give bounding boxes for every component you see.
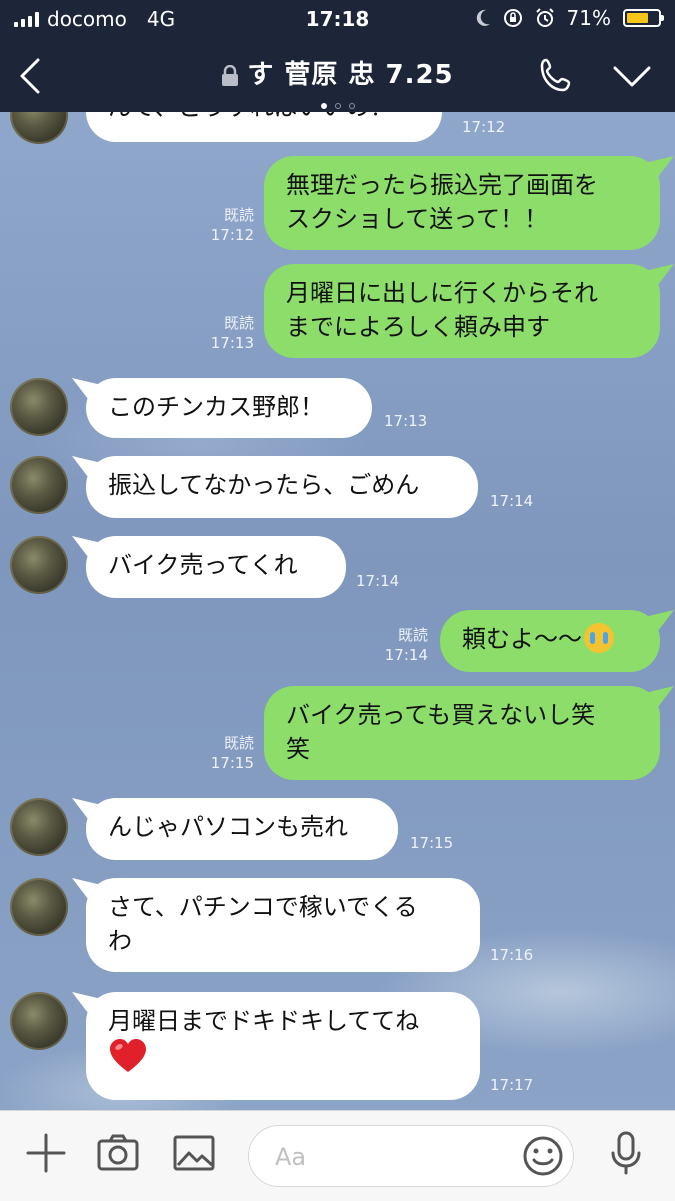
message-bubble-incoming[interactable]: このチンカス野郎！ xyxy=(86,378,372,438)
page-dot xyxy=(348,103,355,109)
message-text: 月曜日までドキドキしててね xyxy=(108,1007,420,1035)
status-right: 71% xyxy=(475,6,664,30)
chevron-down-icon[interactable] xyxy=(610,60,654,94)
avatar[interactable] xyxy=(10,456,68,514)
smile-icon[interactable] xyxy=(521,1134,565,1178)
avatar[interactable] xyxy=(10,112,68,144)
message-input[interactable] xyxy=(273,1138,507,1176)
avatar[interactable] xyxy=(10,878,68,936)
image-icon[interactable] xyxy=(172,1131,216,1175)
message-bubble-outgoing[interactable]: 頼むよ〜〜 xyxy=(440,610,660,672)
message-time: 17:17 xyxy=(490,1076,534,1094)
message-bubble-incoming[interactable]: んで、どうすればいいの？ xyxy=(86,112,442,142)
avatar[interactable] xyxy=(10,536,68,594)
message-time: 17:14 xyxy=(490,492,534,510)
read-receipt: 既読 xyxy=(223,734,254,752)
rotation-lock-icon xyxy=(503,9,522,27)
red-heart-emoji xyxy=(110,1039,146,1072)
crying-face-emoji xyxy=(584,623,614,653)
camera-icon[interactable] xyxy=(96,1131,140,1175)
message-time: 17:16 xyxy=(490,946,534,964)
read-receipt: 既読 xyxy=(397,626,428,644)
message-time: 17:14 xyxy=(356,572,400,590)
avatar[interactable] xyxy=(10,378,68,436)
microphone-icon[interactable] xyxy=(604,1131,648,1175)
message-bubble-incoming[interactable]: 月曜日までドキドキしててね xyxy=(86,992,480,1100)
chat-header: す 菅原 忠 7.25 xyxy=(0,38,675,112)
battery-fill xyxy=(627,13,648,23)
message-time: 17:12 xyxy=(462,118,506,136)
input-bar xyxy=(0,1110,675,1201)
message-bubble-outgoing[interactable]: 月曜日に出しに行くからそれ までによろしく頼み申す xyxy=(264,264,660,358)
message-time: 17:13 xyxy=(210,334,254,352)
message-bubble-outgoing[interactable]: バイク売っても買えないし笑 笑 xyxy=(264,686,660,780)
read-receipt: 既読 xyxy=(223,206,254,224)
battery-icon xyxy=(623,9,664,27)
lock-icon xyxy=(222,64,239,86)
phone-icon[interactable] xyxy=(536,56,580,96)
message-time: 17:15 xyxy=(210,754,254,772)
message-bubble-outgoing[interactable]: 無理だったら振込完了画面を スクショして送って！！ xyxy=(264,156,660,250)
alarm-icon xyxy=(535,8,554,27)
battery-percent: 71% xyxy=(566,6,611,30)
avatar[interactable] xyxy=(10,992,68,1050)
message-time: 17:15 xyxy=(410,834,454,852)
message-time: 17:12 xyxy=(210,226,254,244)
message-input-box[interactable] xyxy=(248,1125,574,1187)
plus-icon[interactable] xyxy=(24,1131,68,1175)
message-time: 17:13 xyxy=(384,412,428,430)
message-bubble-incoming[interactable]: んじゃパソコンも売れ xyxy=(86,798,398,860)
message-time: 17:14 xyxy=(384,646,428,664)
top-bar: docomo 4G 17:18 71% す 菅原 忠 7.25 xyxy=(0,0,675,112)
message-bubble-incoming[interactable]: 振込してなかったら、ごめん xyxy=(86,456,478,518)
status-bar: docomo 4G 17:18 71% xyxy=(0,0,675,38)
chat-title: す 菅原 忠 7.25 xyxy=(247,60,454,90)
message-bubble-incoming[interactable]: バイク売ってくれ xyxy=(86,536,346,598)
read-receipt: 既読 xyxy=(223,314,254,332)
page-dot xyxy=(320,103,327,109)
chat-area[interactable]: んで、どうすればいいの？ 17:12 無理だったら振込完了画面を スクショして送… xyxy=(0,112,675,1110)
moon-icon xyxy=(476,9,490,26)
page-indicator xyxy=(0,94,675,113)
page-dot xyxy=(334,103,341,109)
message-text: 頼むよ〜〜 xyxy=(462,625,582,653)
avatar[interactable] xyxy=(10,798,68,856)
message-bubble-incoming[interactable]: さて、パチンコで稼いでくる わ xyxy=(86,878,480,972)
